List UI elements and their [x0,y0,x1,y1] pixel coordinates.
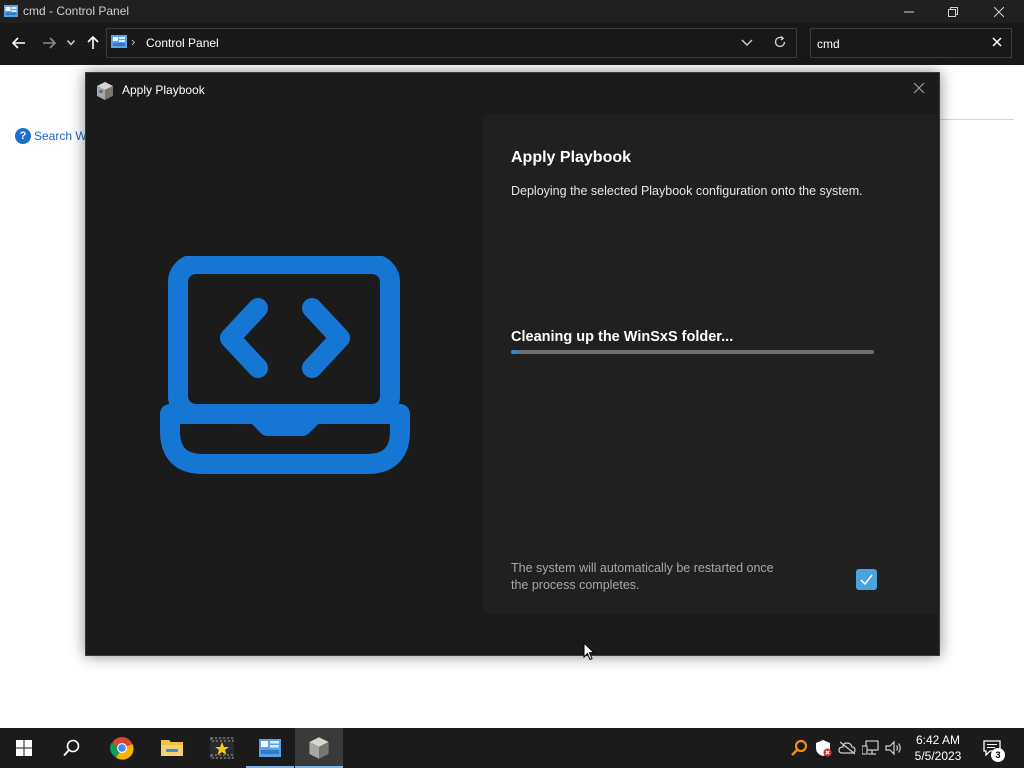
windows-logo-icon [16,740,32,756]
step-heading: Apply Playbook [511,149,632,166]
search-input[interactable]: cmd [810,28,1012,58]
restart-checkbox[interactable] [856,569,877,590]
search-query[interactable]: cmd [817,37,840,51]
forward-button[interactable] [38,32,60,54]
dialog-title: Apply Playbook [122,83,205,97]
system-clock[interactable]: 6:42 AM 5/5/2023 [906,732,970,764]
volume-icon [885,740,901,756]
restore-button[interactable] [930,0,976,23]
taskbar-playbook-app[interactable] [295,728,343,768]
up-button[interactable] [82,32,104,54]
tray-key-icon[interactable] [790,739,808,757]
mouse-cursor-icon [583,642,595,661]
notification-count-badge: 3 [991,748,1005,762]
taskbar-file-explorer[interactable] [148,728,196,768]
arrow-right-icon [43,37,56,49]
recent-locations-button[interactable] [62,32,80,54]
help-icon: ? [15,128,31,144]
search-windows-link[interactable]: ? Search Wi [15,128,89,144]
explorer-toolbar: › Control Panel cmd [0,23,1024,65]
taskbar-search-button[interactable] [48,728,96,768]
taskbar-chrome[interactable] [98,728,146,768]
step-panel: Apply Playbook Deploying the selected Pl… [483,113,938,613]
breadcrumb[interactable]: Control Panel [146,36,219,50]
tray-security-icon[interactable] [814,739,832,757]
refresh-icon[interactable] [773,35,787,49]
chevron-down-icon [67,40,75,46]
control-panel-icon [259,739,281,757]
film-star-icon [210,737,234,759]
progress-status: Cleaning up the WinSxS folder... [511,329,734,345]
close-icon[interactable] [912,81,926,95]
close-icon [994,6,1004,17]
shield-icon [816,740,832,757]
control-panel-icon [111,35,127,48]
checkmark-icon [860,574,873,585]
search-icon [63,739,80,757]
tray-onedrive-icon[interactable] [838,739,856,757]
minimize-button[interactable] [886,0,932,23]
breadcrumb-separator-icon: › [131,34,136,49]
address-bar[interactable]: › Control Panel [106,28,797,58]
clear-search-icon[interactable] [991,36,1003,48]
close-window-button[interactable] [976,0,1022,23]
start-button[interactable] [0,728,48,768]
divider [940,119,1014,120]
cube-icon [309,737,329,759]
restore-icon [948,6,958,17]
clock-date: 5/5/2023 [914,749,962,763]
apply-playbook-dialog: Apply Playbook Apply Playbook Deploying … [85,72,940,656]
notification-center-button[interactable]: 3 [978,728,1024,768]
chrome-icon [110,737,134,760]
progress-fill [511,350,519,354]
cloud-off-icon [838,741,856,755]
step-description: Deploying the selected Playbook configur… [511,184,863,198]
taskbar-control-panel[interactable] [246,728,294,768]
cube-icon [97,82,113,100]
search-windows-label[interactable]: Search Wi [34,129,89,143]
arrow-up-icon [87,36,99,49]
clock-time: 6:42 AM [915,733,961,747]
taskbar-video-app[interactable] [198,728,246,768]
laptop-code-icon [160,256,410,474]
magnifier-orange-icon [791,739,808,756]
window-title: cmd - Control Panel [23,4,130,18]
explorer-titlebar: cmd - Control Panel [0,0,1024,23]
control-panel-icon [4,5,18,17]
tray-network-icon[interactable] [862,739,880,757]
tray-volume-icon[interactable] [885,739,903,757]
back-button[interactable] [8,32,30,54]
dialog-titlebar: Apply Playbook [86,73,939,107]
minimize-icon [904,11,914,12]
chevron-down-icon[interactable] [741,36,753,48]
folder-icon [161,740,183,756]
restart-note: The system will automatically be restart… [511,561,774,592]
taskbar: 6:42 AM 5/5/2023 3 [0,728,1024,768]
arrow-left-icon [12,37,25,49]
progress-bar [511,350,874,354]
network-icon [862,740,879,755]
